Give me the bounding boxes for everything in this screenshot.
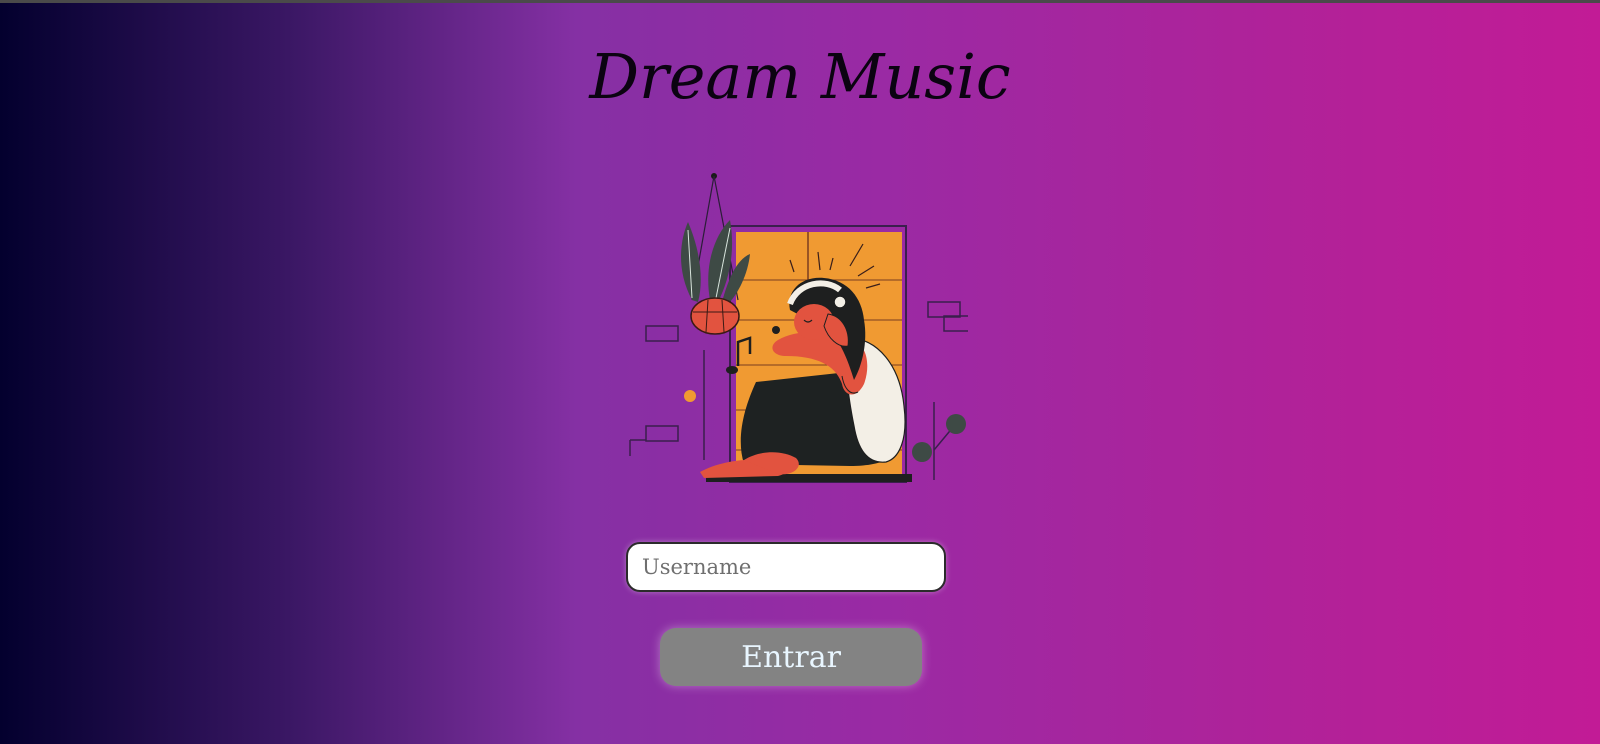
username-input[interactable] (626, 542, 946, 592)
entrar-button[interactable]: Entrar (660, 628, 922, 686)
app-title: Dream Music (589, 40, 1011, 113)
top-border (0, 0, 1600, 3)
girl-listening-music-illustration (629, 173, 968, 483)
